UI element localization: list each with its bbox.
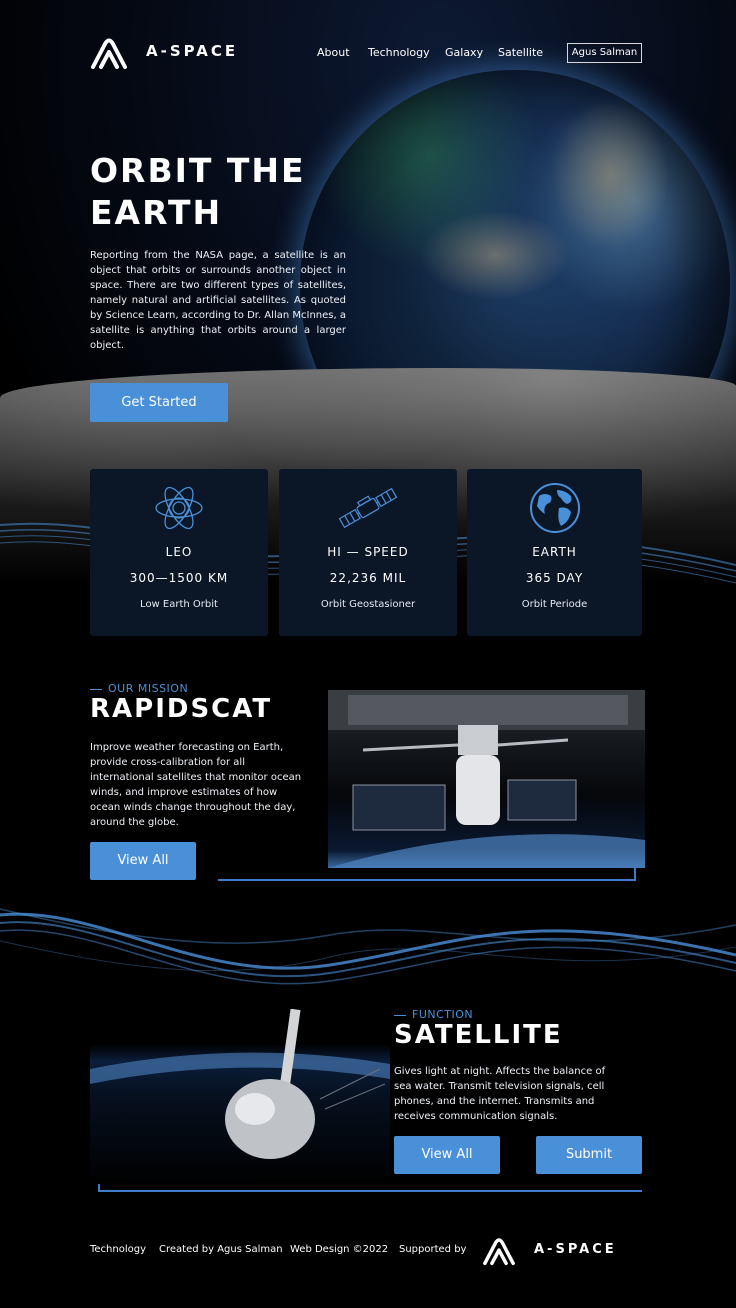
brand-name[interactable]: A-SPACE (146, 42, 238, 60)
space-station-image (328, 690, 645, 868)
stat-card-speed: HI — SPEED 22,236 MIL Orbit Geostasioner (279, 469, 457, 636)
footer-link-technology[interactable]: Technology (90, 1244, 146, 1255)
light-wave-decoration (0, 895, 736, 1005)
top-navigation: A-SPACE About Technology Galaxy Satellit… (90, 36, 642, 70)
function-title: SATELLITE (394, 1020, 563, 1050)
hero-title: ORBIT THE EARTH (90, 151, 306, 232)
a-space-logo-icon[interactable] (90, 36, 128, 70)
stat-label: EARTH (532, 545, 577, 559)
mission-title: RAPIDSCAT (90, 694, 273, 724)
footer-credit: Created by Agus Salman (159, 1244, 283, 1255)
nav-link-galaxy[interactable]: Galaxy (445, 46, 483, 59)
footer: Technology Created by Agus Salman Web De… (90, 1236, 642, 1266)
stat-card-leo: LEO 300—1500 KM Low Earth Orbit (90, 469, 268, 636)
nav-link-about[interactable]: About (317, 46, 350, 59)
hero-description: Reporting from the NASA page, a satellit… (90, 250, 346, 351)
stat-value: 300—1500 KM (129, 571, 229, 585)
stat-card-earth: EARTH 365 DAY Orbit Periode (467, 469, 642, 636)
a-space-logo-icon[interactable] (482, 1236, 516, 1266)
submit-button[interactable]: Submit (536, 1136, 642, 1174)
function-description: Gives light at night. Affects the balanc… (394, 1066, 606, 1122)
stat-caption: Low Earth Orbit (140, 599, 218, 610)
footer-supported-by: Supported by (399, 1244, 467, 1255)
nav-link-technology[interactable]: Technology (368, 46, 430, 59)
capsule-satellite-image (90, 1009, 390, 1184)
user-account-button[interactable]: Agus Salman (567, 43, 642, 63)
footer-brand-name[interactable]: A-SPACE (534, 1242, 617, 1257)
stat-caption: Orbit Geostasioner (320, 599, 416, 610)
mission-view-all-button[interactable]: View All (90, 842, 196, 880)
mission-description: Improve weather forecasting on Earth, pr… (90, 742, 302, 828)
nav-link-satellite[interactable]: Satellite (498, 46, 543, 59)
earth-globe-icon (529, 482, 581, 534)
stat-value: 22,236 MIL (329, 571, 407, 585)
footer-copyright: Web Design ©2022 (290, 1244, 389, 1255)
stat-caption: Orbit Periode (521, 599, 588, 610)
get-started-button[interactable]: Get Started (90, 383, 228, 422)
stat-label: HI — SPEED (327, 545, 409, 559)
satellite-icon (335, 482, 401, 534)
function-view-all-button[interactable]: View All (394, 1136, 500, 1174)
stat-value: 365 DAY (525, 571, 584, 585)
atom-orbit-icon (153, 482, 205, 534)
stat-label: LEO (165, 545, 193, 559)
